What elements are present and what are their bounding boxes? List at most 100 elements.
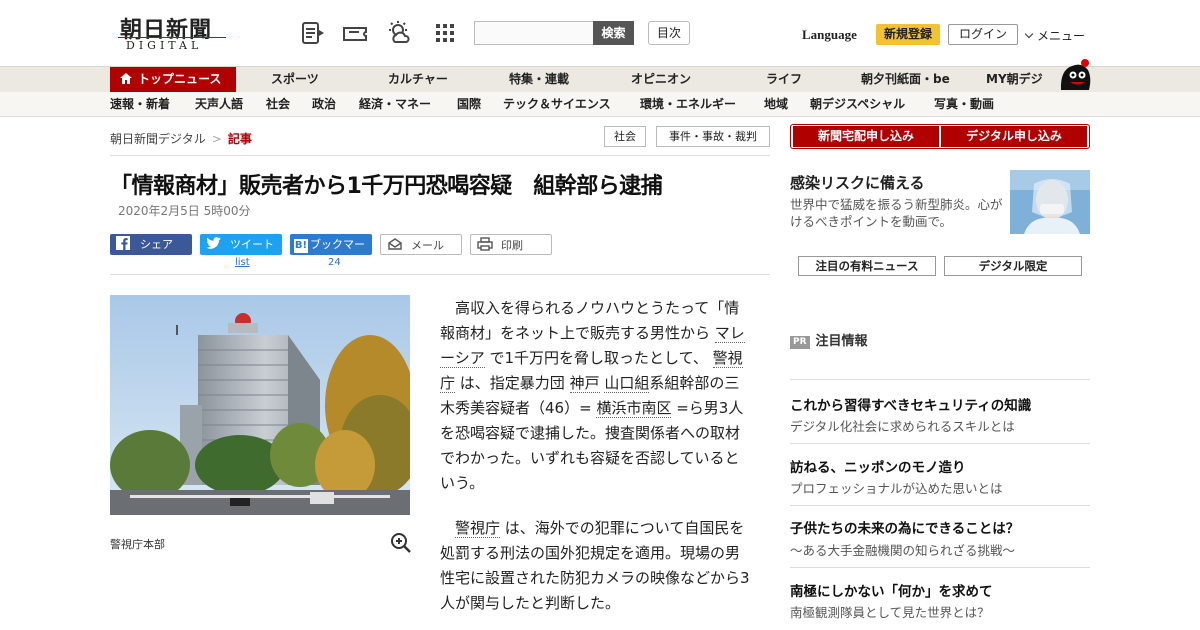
pr-item-title[interactable]: 南極にしかない「何か」を求めて bbox=[790, 580, 993, 600]
pr-item-subtitle[interactable]: 南極観測隊員として見た世界とは？ bbox=[790, 602, 990, 621]
keyword-link[interactable]: 神戸 bbox=[569, 374, 600, 393]
divider bbox=[790, 505, 1090, 506]
keyword-link[interactable]: 横浜市南区 bbox=[596, 399, 672, 418]
newspaper-icon[interactable] bbox=[300, 20, 326, 46]
subnav-international[interactable]: 国際 bbox=[457, 92, 481, 116]
subnav-politics[interactable]: 政治 bbox=[312, 92, 336, 116]
menu-button[interactable]: メニュー bbox=[1024, 27, 1086, 44]
divider bbox=[110, 274, 770, 275]
login-button[interactable]: ログイン bbox=[948, 24, 1018, 45]
divider bbox=[790, 567, 1090, 568]
breadcrumb-separator: > bbox=[211, 132, 222, 146]
twitter-share-label: ツイート bbox=[230, 238, 274, 251]
print-label: 印刷 bbox=[501, 239, 523, 252]
subnav-special[interactable]: 朝デジスペシャル bbox=[810, 92, 905, 116]
nav-top-news[interactable]: トップニュース bbox=[110, 67, 236, 92]
logo-sub-text: DIGITAL bbox=[126, 39, 203, 52]
pr-item-subtitle[interactable]: プロフェッショナルが込めた思いとは bbox=[790, 478, 1003, 497]
article-photo[interactable] bbox=[110, 295, 410, 515]
subnav-economy[interactable]: 経済・マネー bbox=[359, 92, 431, 116]
category-tag-incident[interactable]: 事件・事故・裁判 bbox=[656, 126, 770, 147]
facebook-share-button[interactable]: シェア bbox=[110, 234, 192, 255]
subnav-tensei-jingo[interactable]: 天声人語 bbox=[195, 92, 243, 116]
print-icon bbox=[477, 237, 493, 251]
pr-item-title[interactable]: これから習得すべきセキュリティの知識 bbox=[790, 394, 1031, 414]
tab-premium-news[interactable]: 注目の有料ニュース bbox=[798, 256, 936, 276]
subscribe-paper-button[interactable]: 新聞宅配申し込み bbox=[793, 126, 939, 147]
twitter-icon bbox=[206, 237, 221, 249]
subnav-photo-video[interactable]: 写真・動画 bbox=[934, 92, 994, 116]
keyword-link[interactable]: 山口組 bbox=[604, 374, 650, 393]
pr-item-title[interactable]: 訪ねる、ニッポンのモノ造り bbox=[790, 456, 966, 476]
body-text: で1千万円を脅し取ったとして、 bbox=[489, 349, 708, 367]
sub-nav: 速報・新着 天声人語 社会 政治 経済・マネー 国際 テック＆サイエンス 環境・… bbox=[0, 92, 1200, 117]
promo-title[interactable]: 感染リスクに備える bbox=[790, 172, 925, 193]
category-tag-society[interactable]: 社会 bbox=[604, 126, 646, 147]
search-input[interactable] bbox=[474, 21, 594, 45]
divider bbox=[110, 155, 770, 156]
search-button[interactable]: 検索 bbox=[593, 21, 634, 45]
breadcrumb: 朝日新聞デジタル > 記事 bbox=[110, 130, 252, 147]
pr-heading: PR 注目情報 bbox=[790, 330, 868, 349]
nav-my-asahi[interactable]: MY朝デジ bbox=[986, 67, 1043, 92]
nav-paper[interactable]: 朝夕刊紙面・be bbox=[861, 67, 950, 92]
language-link[interactable]: Language bbox=[802, 27, 857, 43]
article-date: 2020年2月5日 5時00分 bbox=[118, 204, 251, 218]
article-paragraph: 高収入を得られるノウハウとうたって「情報商材」をネット上で販売する男性から マレ… bbox=[440, 296, 752, 496]
divider bbox=[790, 379, 1090, 380]
signup-button[interactable]: 新規登録 bbox=[876, 24, 940, 45]
article-title: 「情報商材」販売者から1千万円恐喝容疑 組幹部ら逮捕 bbox=[110, 174, 663, 199]
nav-sports[interactable]: スポーツ bbox=[271, 67, 319, 92]
facebook-icon bbox=[116, 236, 130, 250]
breadcrumb-home[interactable]: 朝日新聞デジタル bbox=[110, 132, 206, 146]
twitter-share-button[interactable]: ツイート bbox=[200, 234, 282, 255]
mail-label: メール bbox=[411, 239, 444, 252]
print-button[interactable]: 印刷 bbox=[470, 234, 552, 255]
zoom-in-icon[interactable] bbox=[390, 532, 412, 554]
tab-digital-only[interactable]: デジタル限定 bbox=[944, 256, 1082, 276]
toc-button[interactable]: 目次 bbox=[648, 21, 690, 45]
subscribe-digital-button[interactable]: デジタル申し込み bbox=[941, 126, 1087, 147]
nav-opinion[interactable]: オピニオン bbox=[631, 67, 691, 92]
keyword-link[interactable]: 警視庁 bbox=[455, 519, 501, 538]
nav-label: トップニュース bbox=[138, 72, 222, 86]
ticket-icon[interactable] bbox=[342, 20, 368, 46]
subnav-society[interactable]: 社会 bbox=[266, 92, 290, 116]
menu-label: メニュー bbox=[1037, 29, 1086, 43]
logo-divider bbox=[118, 37, 226, 38]
nav-culture[interactable]: カルチャー bbox=[388, 67, 448, 92]
divider bbox=[790, 443, 1090, 444]
breadcrumb-current: 記事 bbox=[227, 132, 252, 146]
subnav-breaking[interactable]: 速報・新着 bbox=[110, 92, 170, 116]
nav-features[interactable]: 特集・連載 bbox=[509, 67, 569, 92]
weather-icon[interactable] bbox=[386, 20, 412, 46]
subnav-environment[interactable]: 環境・エネルギー bbox=[640, 92, 736, 116]
hatena-icon: B! bbox=[294, 239, 308, 253]
pr-badge: PR bbox=[790, 336, 810, 349]
pr-item-subtitle[interactable]: デジタル化社会に求められるスキルとは bbox=[790, 416, 1015, 435]
mail-share-button[interactable]: メール bbox=[380, 234, 462, 255]
mascot-icon[interactable] bbox=[1058, 58, 1092, 92]
pr-heading-label: 注目情報 bbox=[815, 334, 868, 349]
pr-item-title[interactable]: 子供たちの未来の為にできることは？ bbox=[790, 517, 1019, 537]
apps-grid-icon[interactable] bbox=[432, 20, 458, 46]
article-paragraph: 警視庁 は、海外での犯罪について自国民を処罰する刑法の国外犯規定を適用。現場の男… bbox=[440, 516, 752, 616]
facebook-share-label: シェア bbox=[140, 238, 173, 251]
promo-description[interactable]: 世界中で猛威を振るう新型肺炎。心がけるべきポイントを動画で。 bbox=[790, 196, 1005, 230]
mail-icon bbox=[388, 238, 402, 250]
twitter-count[interactable]: list bbox=[235, 257, 250, 268]
hatena-count[interactable]: 24 bbox=[328, 257, 341, 268]
home-icon bbox=[120, 68, 132, 84]
chevron-down-icon bbox=[1024, 29, 1034, 39]
nav-life[interactable]: ライフ bbox=[766, 67, 802, 92]
main-nav: トップニュース スポーツ カルチャー 特集・連載 オピニオン ライフ 朝夕刊紙面… bbox=[0, 66, 1200, 92]
site-header: 朝日新聞 DIGITAL 検索 目次 Language 新規登録 ログイン メニ… bbox=[0, 0, 1200, 66]
hatena-bookmark-button[interactable]: B! ブックマーク bbox=[290, 234, 372, 272]
body-text: 高収入を得られるノウハウとうたって「情報商材」をネット上で販売する男性から bbox=[440, 299, 740, 342]
site-logo[interactable]: 朝日新聞 DIGITAL bbox=[118, 12, 230, 54]
pr-item-subtitle[interactable]: ～ある大手金融機関の知られざる挑戦～ bbox=[790, 540, 1015, 559]
promo-thumbnail[interactable] bbox=[1010, 170, 1090, 234]
subnav-region[interactable]: 地域 bbox=[764, 92, 788, 116]
photo-caption: 警視庁本部 bbox=[110, 538, 165, 551]
subnav-tech[interactable]: テック＆サイエンス bbox=[503, 92, 611, 116]
